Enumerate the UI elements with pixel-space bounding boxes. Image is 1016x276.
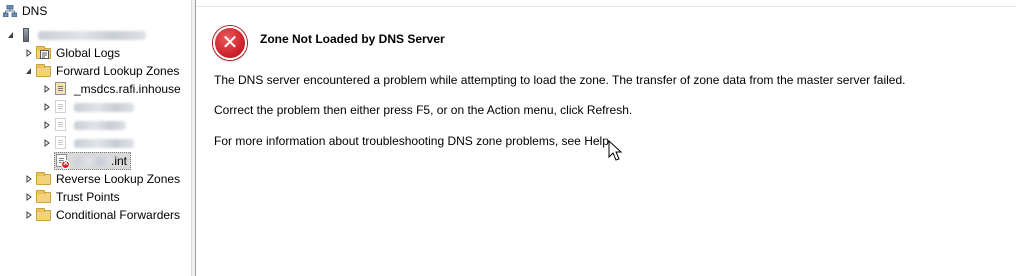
zone-icon (54, 81, 70, 97)
collapse-arrow-icon[interactable] (24, 62, 34, 80)
expand-arrow-icon[interactable] (42, 116, 52, 134)
tree-node-trust-points[interactable]: Trust Points (24, 188, 120, 206)
server-icon (18, 27, 34, 43)
tree-node-server[interactable] (6, 26, 146, 44)
zone-icon (54, 117, 70, 133)
tree-label-msdcs-zone: _msdcs.rafi.inhouse (74, 82, 181, 96)
error-icon: ✕ (213, 26, 247, 60)
expand-arrow-icon[interactable] (42, 98, 52, 116)
tree-node-zone-redacted-3[interactable] (42, 134, 134, 152)
tree-label-forward-lookup-zones: Forward Lookup Zones (56, 64, 180, 78)
console-tree: DNS Global Logs Forward Lookup Zones _ms… (0, 0, 191, 276)
instruction-text: Correct the problem then either press F5… (214, 103, 633, 117)
zone-name-redacted (74, 120, 126, 130)
zone-name-redacted (75, 156, 111, 166)
tree-label-conditional-forwarders: Conditional Forwarders (56, 208, 181, 222)
zone-name-redacted (74, 138, 134, 148)
server-name-redacted (38, 30, 146, 40)
collapse-arrow-icon[interactable] (6, 26, 16, 44)
tree-node-failed-zone[interactable]: .int (54, 152, 132, 170)
folder-icon (36, 171, 52, 187)
tree-label-dns: DNS (22, 4, 48, 18)
folder-icon (36, 63, 52, 79)
expand-arrow-icon[interactable] (24, 188, 34, 206)
page-title: Zone Not Loaded by DNS Server (260, 32, 445, 46)
error-message: The DNS server encountered a problem whi… (214, 73, 906, 87)
zone-icon (54, 135, 70, 151)
tree-node-global-logs[interactable]: Global Logs (24, 44, 120, 62)
folder-icon (36, 189, 52, 205)
expand-arrow-icon[interactable] (24, 44, 34, 62)
tree-label-reverse-lookup-zones: Reverse Lookup Zones (56, 172, 181, 186)
tree-node-msdcs-zone[interactable]: _msdcs.rafi.inhouse (42, 80, 181, 98)
log-folder-icon (36, 45, 52, 61)
help-text[interactable]: For more information about troubleshooti… (214, 134, 612, 148)
tree-node-dns[interactable]: DNS (2, 2, 47, 20)
tree-node-conditional-forwarders[interactable]: Conditional Forwarders (24, 206, 180, 224)
tree-node-forward-lookup-zones[interactable]: Forward Lookup Zones (24, 62, 179, 80)
zone-error-icon (55, 153, 71, 169)
result-pane: ✕ Zone Not Loaded by DNS Server The DNS … (196, 0, 1016, 276)
expand-arrow-icon[interactable] (24, 206, 34, 224)
tree-label-failed-zone-suffix: .int (111, 154, 128, 168)
tree-node-reverse-lookup-zones[interactable]: Reverse Lookup Zones (24, 170, 180, 188)
tree-node-zone-redacted-1[interactable] (42, 98, 134, 116)
expand-arrow-icon[interactable] (24, 170, 34, 188)
dns-icon (2, 3, 18, 19)
tree-label-global-logs: Global Logs (56, 46, 121, 60)
folder-icon (36, 207, 52, 223)
expand-arrow-icon[interactable] (42, 134, 52, 152)
tree-node-zone-redacted-2[interactable] (42, 116, 126, 134)
divider (196, 6, 1016, 7)
tree-label-trust-points: Trust Points (56, 190, 120, 204)
zone-icon (54, 99, 70, 115)
expand-arrow-icon[interactable] (42, 80, 52, 98)
mouse-pointer-icon (608, 140, 623, 161)
zone-name-redacted (74, 102, 134, 112)
